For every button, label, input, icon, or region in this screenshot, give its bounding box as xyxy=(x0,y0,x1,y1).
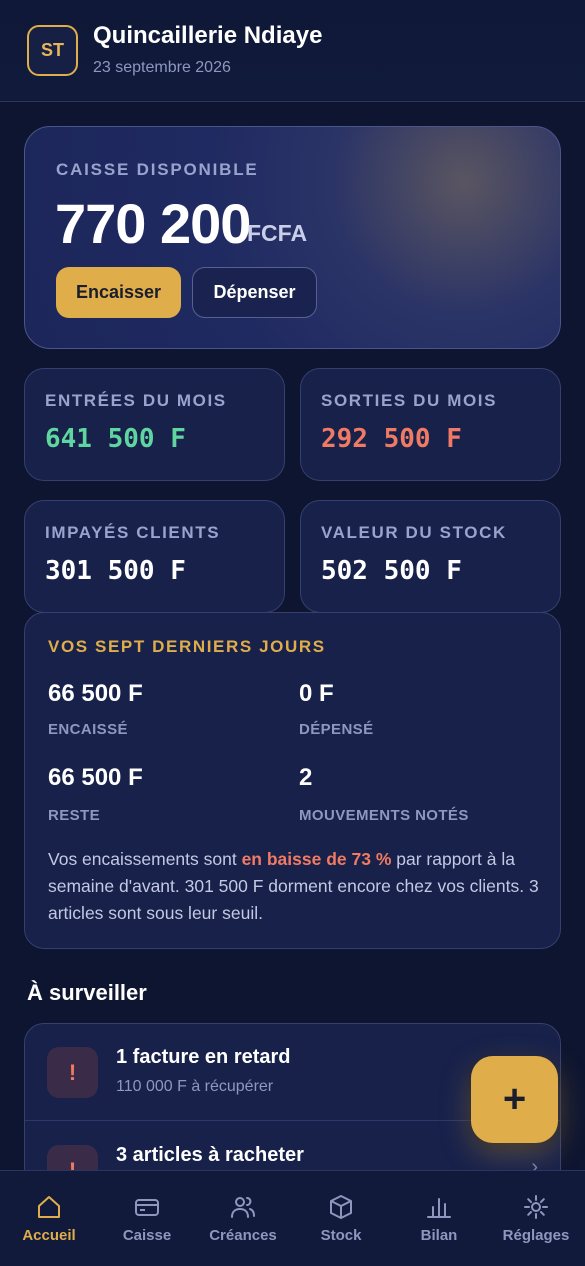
nav-label: Accueil xyxy=(22,1227,76,1244)
chart-icon xyxy=(427,1198,451,1218)
nav-item-caisse[interactable]: Caisse xyxy=(98,1171,196,1266)
current-date: 23 septembre 2026 xyxy=(93,59,231,76)
depense-label: DÉPENSÉ xyxy=(299,721,374,738)
encaisser-button[interactable]: Encaisser xyxy=(56,267,181,318)
weekly-summary-text: Vos encaissements sont en baisse de 73 %… xyxy=(48,846,543,927)
stat-label: SORTIES DU MOIS xyxy=(321,391,498,410)
stat-value: 301 500 F xyxy=(45,556,186,586)
cash-balance-card: CAISSE DISPONIBLE 770 200 FCFA Encaisser… xyxy=(24,126,561,349)
depenser-button[interactable]: Dépenser xyxy=(192,267,317,318)
mouvements-label: MOUVEMENTS NOTÉS xyxy=(299,807,469,824)
stat-card-unpaid-clients[interactable]: IMPAYÉS CLIENTS 301 500 F xyxy=(24,500,285,613)
gear-icon xyxy=(524,1195,548,1219)
nav-item-creances[interactable]: Créances xyxy=(194,1171,292,1266)
summary-prefix: Vos encaissements sont xyxy=(48,849,242,869)
stat-value: 292 500 F xyxy=(321,424,462,454)
nav-label: Caisse xyxy=(122,1227,172,1244)
cash-currency: FCFA xyxy=(247,220,308,246)
stat-card-stock-value[interactable]: VALEUR DU STOCK 502 500 F xyxy=(300,500,561,613)
nav-item-stock[interactable]: Stock xyxy=(292,1171,390,1266)
cash-label: CAISSE DISPONIBLE xyxy=(56,160,259,179)
watch-item-title: 1 facture en retard xyxy=(116,1046,291,1068)
reste-value: 66 500 F xyxy=(48,764,143,791)
nav-label: Bilan xyxy=(420,1227,458,1244)
alert-icon: ! xyxy=(47,1047,98,1098)
stat-label: ENTRÉES DU MOIS xyxy=(45,391,227,410)
avatar[interactable]: ST xyxy=(27,25,78,76)
nav-item-accueil[interactable]: Accueil xyxy=(0,1171,98,1266)
reste-label: RESTE xyxy=(48,807,101,824)
stat-label: VALEUR DU STOCK xyxy=(321,523,507,542)
section-title-watch: À surveiller xyxy=(27,980,147,1005)
home-icon xyxy=(38,1196,60,1218)
encaisse-value: 66 500 F xyxy=(48,680,143,707)
stat-card-monthly-income[interactable]: ENTRÉES DU MOIS 641 500 F xyxy=(24,368,285,481)
box-icon xyxy=(330,1195,352,1219)
stat-value: 502 500 F xyxy=(321,556,462,586)
shop-name: Quincaillerie Ndiaye xyxy=(93,22,323,49)
watch-item-subtitle: 110 000 F à récupérer xyxy=(116,1078,274,1095)
weekly-summary-title: VOS SEPT DERNIERS JOURS xyxy=(48,637,326,656)
app-header: ST Quincaillerie Ndiaye 23 septembre 202… xyxy=(0,0,585,102)
encaisse-label: ENCAISSÉ xyxy=(48,721,128,738)
mouvements-value: 2 xyxy=(299,764,313,791)
depense-value: 0 F xyxy=(299,680,334,707)
add-fab-button[interactable]: + xyxy=(471,1056,558,1143)
bottom-nav: Accueil Caisse Créances Stock Bilan Régl… xyxy=(0,1170,585,1266)
nav-label: Créances xyxy=(209,1227,277,1244)
stat-label: IMPAYÉS CLIENTS xyxy=(45,523,221,542)
nav-label: Stock xyxy=(320,1227,362,1244)
nav-item-reglages[interactable]: Réglages xyxy=(487,1171,585,1266)
nav-item-bilan[interactable]: Bilan xyxy=(390,1171,488,1266)
weekly-summary-card: VOS SEPT DERNIERS JOURS 66 500 F ENCAISS… xyxy=(24,612,561,949)
cash-amount: 770 200 xyxy=(55,192,251,255)
people-icon xyxy=(231,1197,255,1218)
stat-value: 641 500 F xyxy=(45,424,186,454)
watch-item-title: 3 articles à racheter xyxy=(116,1144,304,1166)
nav-label: Réglages xyxy=(502,1227,570,1244)
stat-card-monthly-expenses[interactable]: SORTIES DU MOIS 292 500 F xyxy=(300,368,561,481)
summary-highlight: en baisse de 73 % xyxy=(241,849,392,869)
card-icon xyxy=(135,1199,159,1216)
